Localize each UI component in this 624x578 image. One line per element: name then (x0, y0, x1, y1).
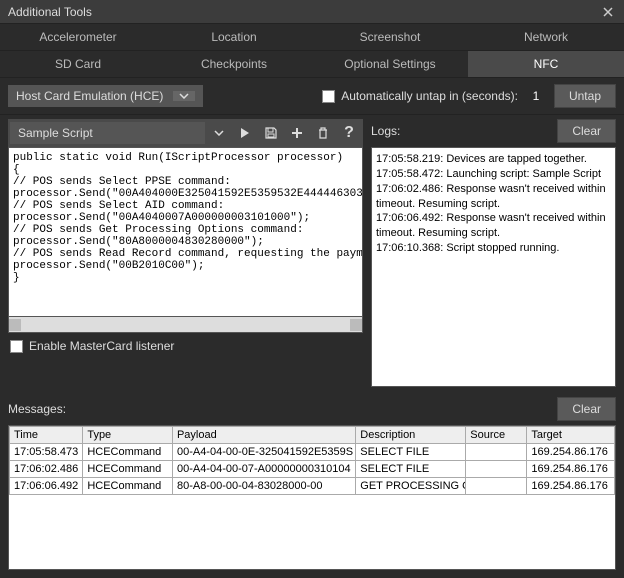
tab-nfc[interactable]: NFC (468, 51, 624, 77)
tabs-row-1: Accelerometer Location Screenshot Networ… (0, 24, 624, 51)
close-icon[interactable] (600, 4, 616, 20)
tab-network[interactable]: Network (468, 24, 624, 50)
log-entry: 17:05:58.219: Devices are tapped togethe… (376, 152, 611, 167)
cell-time: 17:06:06.492 (10, 478, 83, 495)
hce-mode-dropdown[interactable]: Host Card Emulation (HCE) (8, 85, 203, 107)
logs-panel[interactable]: 17:05:58.219: Devices are tapped togethe… (371, 147, 616, 387)
checkbox-icon (322, 90, 335, 103)
logs-clear-button[interactable]: Clear (557, 119, 616, 143)
chevron-down-icon (173, 91, 195, 101)
auto-untap-label: Automatically untap in (seconds): (341, 89, 518, 103)
tab-accelerometer[interactable]: Accelerometer (0, 24, 156, 50)
cell-payload: 80-A8-00-00-04-83028000-00 (172, 478, 355, 495)
checkbox-icon (10, 340, 23, 353)
cell-source (466, 444, 527, 461)
cell-payload: 00-A4-04-00-0E-325041592E5359S (172, 444, 355, 461)
cell-source (466, 461, 527, 478)
cell-target: 169.254.86.176 (527, 461, 615, 478)
tabs-row-2: SD Card Checkpoints Optional Settings NF… (0, 51, 624, 78)
cell-description: GET PROCESSING OP (356, 478, 466, 495)
cell-type: HCECommand (83, 478, 173, 495)
col-target[interactable]: Target (527, 427, 615, 444)
tab-optional-settings[interactable]: Optional Settings (312, 51, 468, 77)
untap-button[interactable]: Untap (554, 84, 616, 108)
cell-source (466, 478, 527, 495)
cell-time: 17:05:58.473 (10, 444, 83, 461)
script-toolbar: Sample Script ? (8, 119, 363, 147)
horizontal-scrollbar[interactable] (8, 317, 363, 333)
tab-checkpoints[interactable]: Checkpoints (156, 51, 312, 77)
cell-type: HCECommand (83, 444, 173, 461)
cell-type: HCECommand (83, 461, 173, 478)
cell-description: SELECT FILE (356, 461, 466, 478)
save-icon[interactable] (259, 121, 283, 145)
col-time[interactable]: Time (10, 427, 83, 444)
cell-description: SELECT FILE (356, 444, 466, 461)
log-entry: 17:06:10.368: Script stopped running. (376, 241, 611, 256)
log-entry: 17:06:06.492: Response wasn't received w… (376, 211, 611, 241)
delete-icon[interactable] (311, 121, 335, 145)
script-dropdown-chevron[interactable] (207, 121, 231, 145)
log-entry: 17:05:58.472: Launching script: Sample S… (376, 167, 611, 182)
enable-mastercard-label: Enable MasterCard listener (29, 339, 174, 353)
log-entry: 17:06:02.486: Response wasn't received w… (376, 182, 611, 212)
window-title: Additional Tools (8, 5, 600, 19)
tab-screenshot[interactable]: Screenshot (312, 24, 468, 50)
cell-time: 17:06:02.486 (10, 461, 83, 478)
tab-location[interactable]: Location (156, 24, 312, 50)
table-row[interactable]: 17:06:06.492 HCECommand 80-A8-00-00-04-8… (10, 478, 615, 495)
messages-table-container[interactable]: Time Type Payload Description Source Tar… (8, 425, 616, 570)
enable-mastercard-checkbox[interactable]: Enable MasterCard listener (10, 339, 174, 353)
messages-clear-button[interactable]: Clear (557, 397, 616, 421)
tab-sdcard[interactable]: SD Card (0, 51, 156, 77)
titlebar: Additional Tools (0, 0, 624, 24)
hce-mode-label: Host Card Emulation (HCE) (16, 89, 163, 103)
script-code-editor[interactable]: public static void Run(IScriptProcessor … (8, 147, 363, 317)
col-payload[interactable]: Payload (172, 427, 355, 444)
table-header-row: Time Type Payload Description Source Tar… (10, 427, 615, 444)
auto-untap-seconds[interactable]: 1 (526, 89, 546, 103)
script-name-label: Sample Script (18, 126, 93, 140)
hce-toolbar: Host Card Emulation (HCE) Automatically … (0, 78, 624, 115)
play-icon[interactable] (233, 121, 257, 145)
table-row[interactable]: 17:05:58.473 HCECommand 00-A4-04-00-0E-3… (10, 444, 615, 461)
col-type[interactable]: Type (83, 427, 173, 444)
col-source[interactable]: Source (466, 427, 527, 444)
cell-target: 169.254.86.176 (527, 478, 615, 495)
help-icon[interactable]: ? (337, 121, 361, 145)
cell-target: 169.254.86.176 (527, 444, 615, 461)
script-name-dropdown[interactable]: Sample Script (10, 122, 205, 144)
col-description[interactable]: Description (356, 427, 466, 444)
auto-untap-checkbox[interactable]: Automatically untap in (seconds): (322, 89, 518, 103)
messages-label: Messages: (8, 402, 557, 416)
cell-payload: 00-A4-04-00-07-A00000000310104 (172, 461, 355, 478)
messages-table: Time Type Payload Description Source Tar… (9, 426, 615, 495)
add-icon[interactable] (285, 121, 309, 145)
table-row[interactable]: 17:06:02.486 HCECommand 00-A4-04-00-07-A… (10, 461, 615, 478)
logs-label: Logs: (371, 124, 551, 138)
